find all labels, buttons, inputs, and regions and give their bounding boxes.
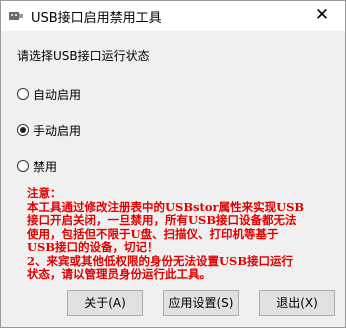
- close-button[interactable]: ✕: [299, 1, 345, 31]
- radio-manual-enable[interactable]: 手动启用: [17, 121, 81, 139]
- close-icon: ✕: [314, 5, 330, 25]
- notice-line: 使用，包括但不限于U盘、扫描仪、打印机等基于: [27, 227, 279, 241]
- radio-auto-enable[interactable]: 自动启用: [17, 85, 81, 103]
- radio-manual-enable-label: 手动启用: [33, 123, 82, 138]
- apply-settings-button[interactable]: 应用设置(S): [163, 290, 239, 316]
- notice-line: 接口开启关闭，一旦禁用，所有USB接口设备都无法: [27, 214, 297, 227]
- window-title: USB接口启用禁用工具: [31, 11, 162, 26]
- dialog-window: USB接口启用禁用工具 ✕ 请选择USB接口运行状态 自动启用 手动启用 禁用 …: [0, 0, 346, 328]
- notice-line: 本工具通过修改注册表中的USBstor属性来实现USB: [27, 200, 305, 214]
- radio-disable[interactable]: 禁用: [17, 157, 57, 175]
- notice-text: 注意： 本工具通过修改注册表中的USBstor属性来实现USB 接口开启关闭，一…: [27, 187, 331, 282]
- prompt-label: 请选择USB接口运行状态: [17, 49, 150, 63]
- radio-disable-circle[interactable]: [17, 160, 29, 172]
- radio-manual-enable-circle[interactable]: [17, 124, 29, 136]
- usb-icon: [9, 12, 23, 20]
- notice-line: USB接口的设备，切记！: [27, 241, 159, 254]
- title-bar: USB接口启用禁用工具 ✕: [1, 1, 345, 31]
- exit-button[interactable]: 退出(X): [259, 290, 335, 316]
- about-button[interactable]: 关于(A): [67, 290, 143, 316]
- notice-line: 注意：: [27, 187, 62, 200]
- radio-auto-enable-circle[interactable]: [17, 88, 29, 100]
- radio-auto-enable-label: 自动启用: [33, 87, 82, 102]
- radio-disable-label: 禁用: [33, 159, 58, 174]
- notice-line: 状态，请以管理员身份运行此工具。: [27, 268, 211, 281]
- notice-line: 2、来宾或其他低权限的身份无法设置USB接口运行: [27, 254, 294, 268]
